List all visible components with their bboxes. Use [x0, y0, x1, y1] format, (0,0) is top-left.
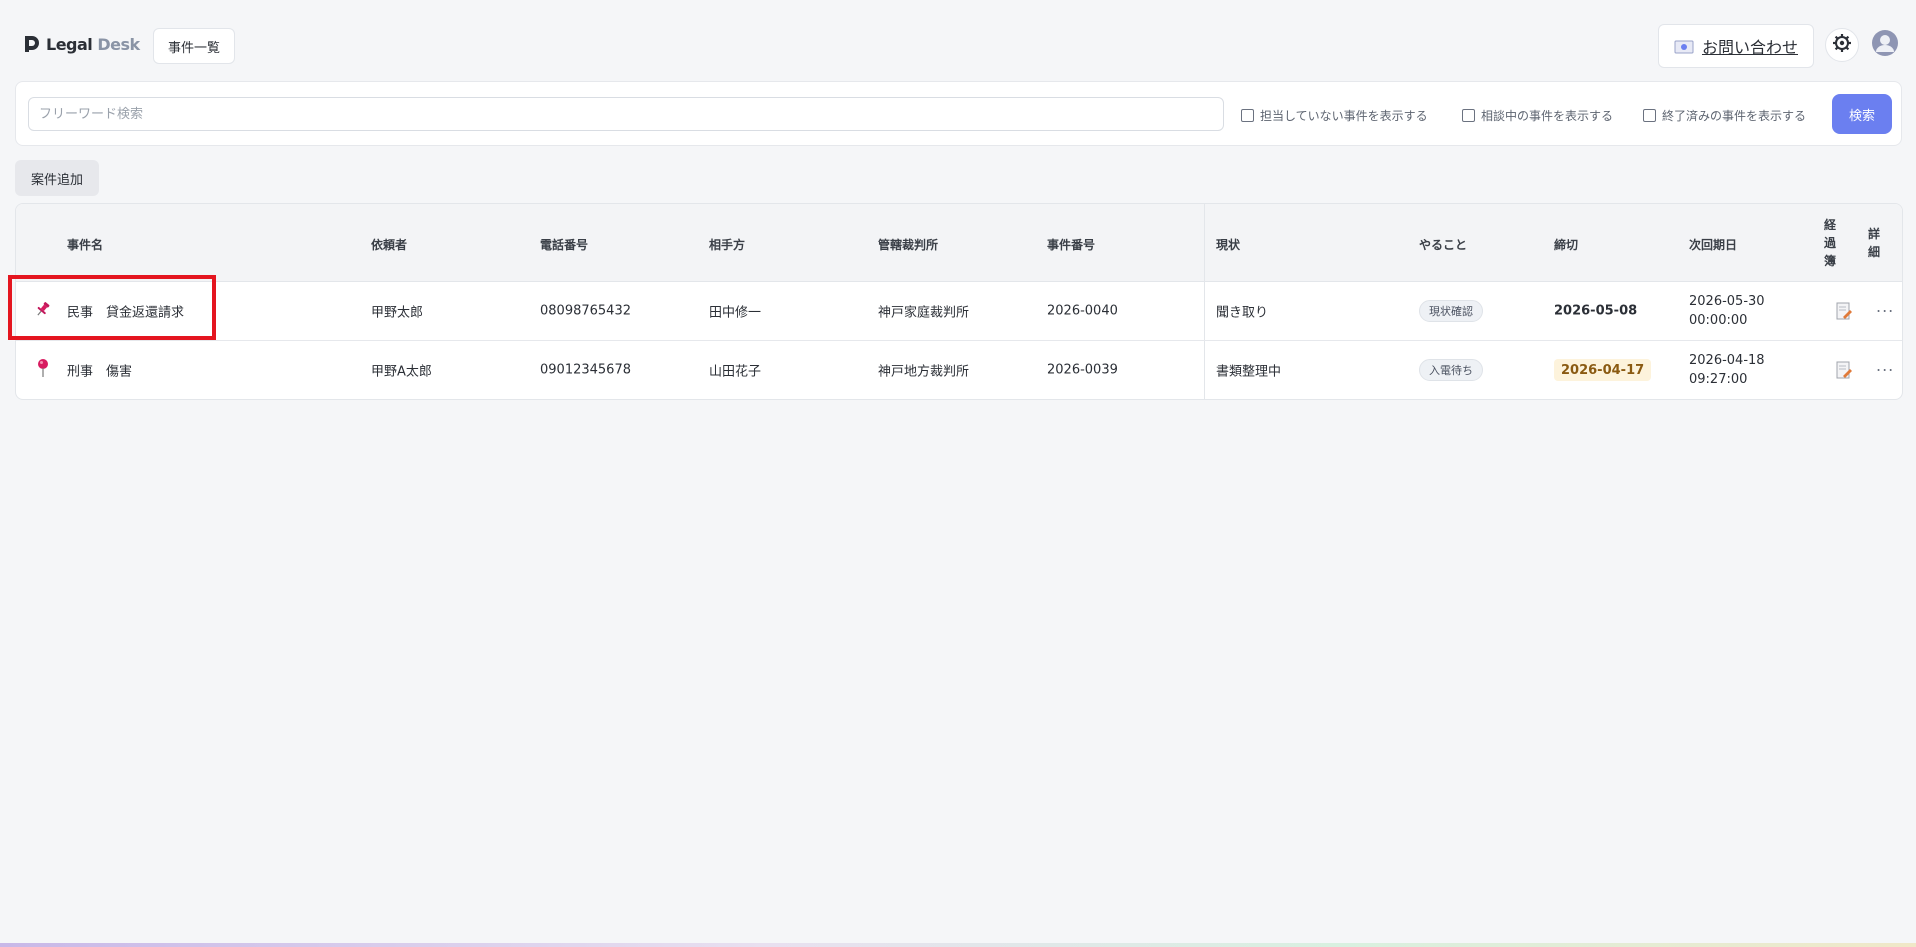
phone-number: 08098765432: [540, 303, 631, 319]
user-avatar-button[interactable]: [1868, 28, 1902, 62]
case-number: 2026-0039: [1047, 362, 1118, 378]
case-number: 2026-0040: [1047, 303, 1118, 319]
settings-button[interactable]: [1825, 28, 1859, 62]
checkbox-box[interactable]: [1241, 109, 1254, 122]
table-row[interactable]: 刑事 傷害 甲野A太郎 09012345678 山田花子 神戸地方裁判所 202…: [16, 341, 1902, 399]
more-options-icon[interactable]: ···: [1876, 302, 1894, 321]
search-panel: 担当していない事件を表示する 相談中の事件を表示する 終了済みの事件を表示する …: [15, 81, 1902, 146]
header-court[interactable]: 管轄裁判所: [878, 236, 938, 253]
logo-text: Legal Desk: [46, 34, 140, 54]
contact-button[interactable]: お問い合わせ: [1658, 24, 1814, 68]
user-avatar-icon: [1871, 29, 1899, 61]
bottom-gradient-bar: [0, 943, 1916, 947]
case-status: 聞き取り: [1216, 305, 1269, 321]
add-case-button[interactable]: 案件追加: [15, 160, 99, 196]
todo-badge: 入電待ち: [1419, 359, 1483, 381]
case-status: 書類整理中: [1216, 364, 1282, 380]
header-case-name[interactable]: 事件名: [67, 236, 103, 253]
app-logo[interactable]: Legal Desk: [22, 34, 140, 54]
mail-icon: [1674, 39, 1694, 54]
deadline-date-warning: 2026-04-17: [1554, 359, 1652, 381]
header-detail: 詳 細: [1868, 227, 1881, 259]
court-name: 神戸家庭裁判所: [878, 305, 970, 321]
document-edit-icon[interactable]: [1836, 361, 1852, 379]
nav-tab-case-list[interactable]: 事件一覧: [153, 28, 236, 64]
header-todo[interactable]: やること: [1419, 236, 1467, 253]
case-name[interactable]: 刑事 傷害: [67, 361, 132, 380]
checkbox-box[interactable]: [1462, 109, 1475, 122]
search-input[interactable]: [28, 97, 1224, 131]
table-header: 事件名 依頼者 電話番号 相手方 管轄裁判所 事件番号 現状 やること 締切 次…: [16, 204, 1902, 282]
header-opponent[interactable]: 相手方: [709, 236, 745, 253]
todo-badge: 現状確認: [1419, 300, 1483, 322]
client-name: 甲野太郎: [371, 305, 424, 321]
next-date: 2026-05-30 00:00:00: [1689, 294, 1765, 328]
app-header: Legal Desk 事件一覧 お問い合わせ: [0, 0, 1916, 80]
header-deadline[interactable]: 締切: [1554, 236, 1578, 253]
case-name[interactable]: 民事 貸金返還請求: [67, 302, 184, 321]
gear-icon: [1832, 33, 1852, 57]
case-table: 事件名 依頼者 電話番号 相手方 管轄裁判所 事件番号 現状 やること 締切 次…: [15, 203, 1903, 400]
opponent-name: 田中修一: [709, 305, 762, 321]
header-client[interactable]: 依頼者: [371, 236, 407, 253]
round-pin-icon[interactable]: [36, 358, 50, 382]
contact-label: お問い合わせ: [1701, 38, 1798, 57]
checkbox-box[interactable]: [1643, 109, 1656, 122]
header-phone[interactable]: 電話番号: [540, 236, 588, 253]
client-name: 甲野A太郎: [371, 364, 432, 380]
next-date: 2026-04-18 09:27:00: [1689, 353, 1765, 387]
logo-mark-icon: [22, 34, 42, 54]
search-button[interactable]: 検索: [1832, 94, 1892, 134]
deadline-date: 2026-05-08: [1554, 303, 1638, 319]
more-options-icon[interactable]: ···: [1876, 361, 1894, 380]
checkbox-consulting[interactable]: 相談中の事件を表示する: [1462, 107, 1613, 124]
court-name: 神戸地方裁判所: [878, 364, 970, 380]
opponent-name: 山田花子: [709, 364, 762, 380]
header-next-date[interactable]: 次回期日: [1689, 236, 1737, 253]
header-status[interactable]: 現状: [1216, 236, 1240, 253]
document-edit-icon[interactable]: [1836, 302, 1852, 320]
header-case-no[interactable]: 事件番号: [1047, 236, 1095, 253]
phone-number: 09012345678: [540, 362, 631, 378]
pushpin-icon[interactable]: [34, 300, 52, 322]
table-row[interactable]: 民事 貸金返還請求 甲野太郎 08098765432 田中修一 神戸家庭裁判所 …: [16, 282, 1902, 341]
header-progress: 経 過 簿: [1824, 218, 1837, 268]
checkbox-closed[interactable]: 終了済みの事件を表示する: [1643, 107, 1806, 124]
checkbox-unassigned[interactable]: 担当していない事件を表示する: [1241, 107, 1428, 124]
